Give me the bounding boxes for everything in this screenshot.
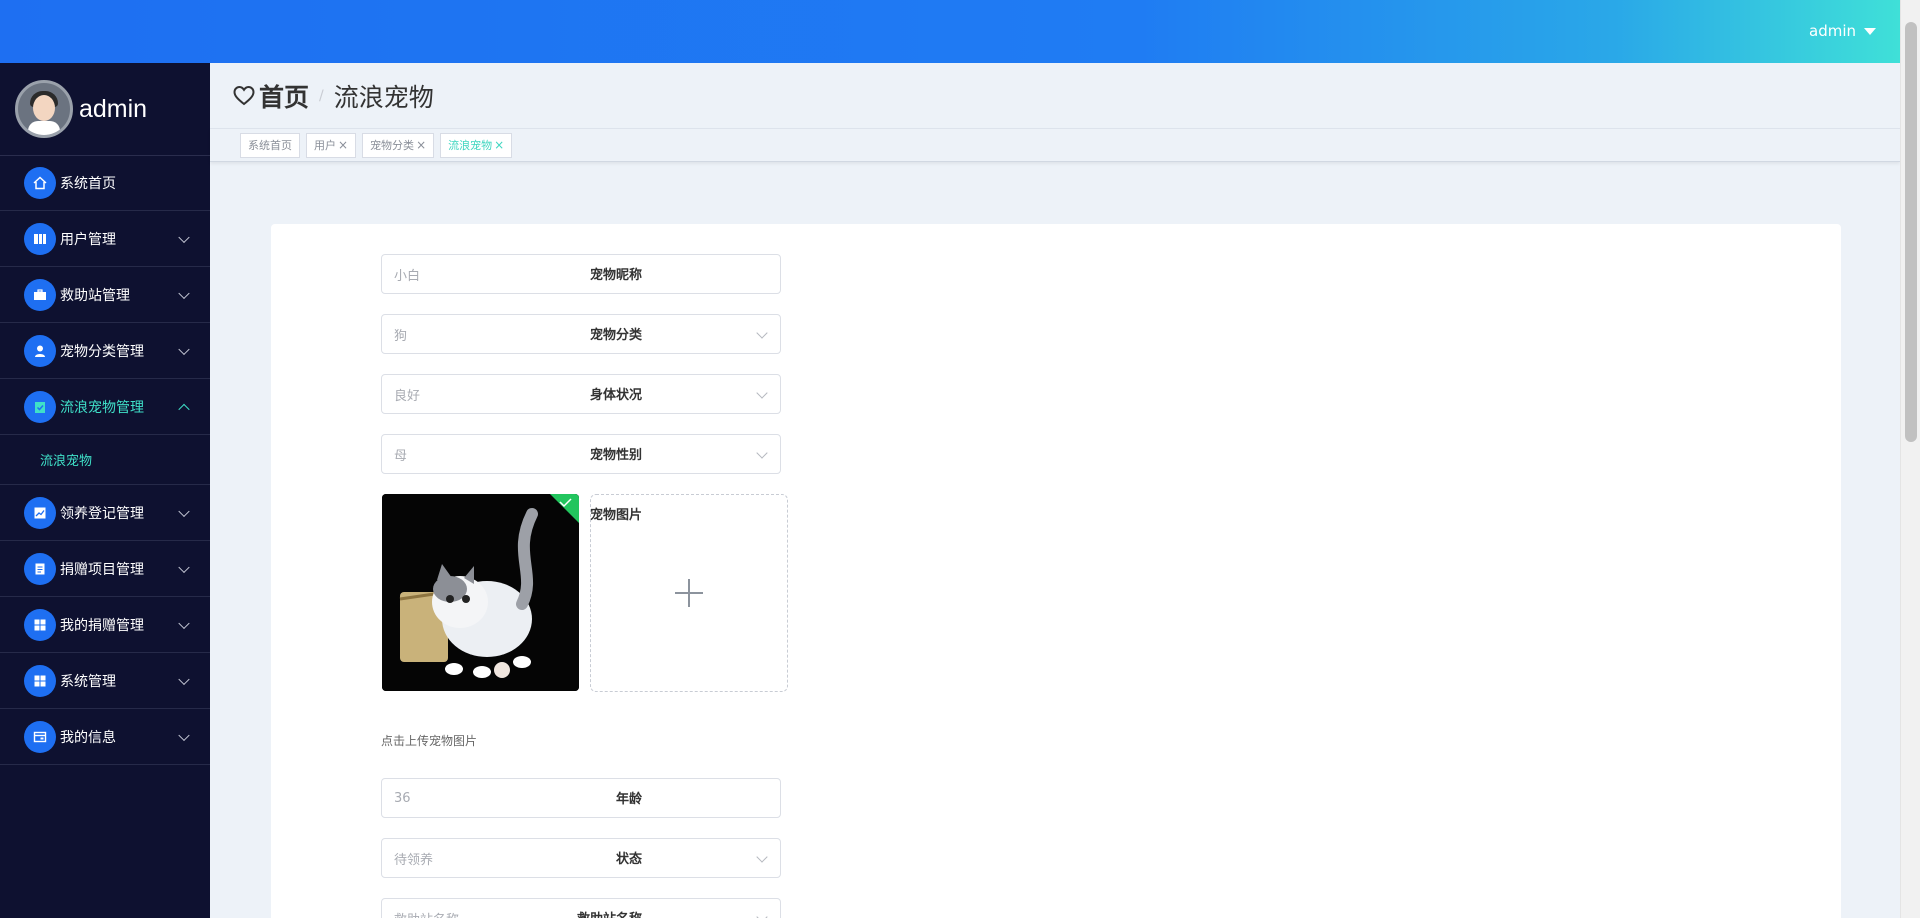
sidebar-item-label: 我的信息: [60, 729, 116, 746]
user-icon: [24, 334, 56, 367]
chevron-down-icon: [178, 617, 190, 629]
profile-name: admin: [79, 94, 148, 123]
sidebar-item-adoption[interactable]: 领养登记管理: [0, 485, 210, 541]
form-row-nickname: 宠物昵称 小白: [271, 254, 1841, 294]
breadcrumb-current: 流浪宠物: [333, 82, 434, 112]
sidebar-item-label: 宠物分类管理: [60, 343, 144, 360]
home-icon: [24, 167, 56, 199]
document-icon: [24, 552, 56, 585]
sidebar-item-label: 流浪宠物管理: [60, 399, 144, 416]
close-icon[interactable]: ×: [416, 138, 426, 152]
form-row-gender: 宠物性别 母: [271, 434, 1841, 474]
top-bar: admin: [0, 0, 1900, 63]
chart-icon: [24, 496, 56, 529]
form-row-status: 状态 待领养: [271, 838, 1841, 878]
close-icon[interactable]: ×: [494, 138, 504, 152]
breadcrumb-separator: /: [319, 87, 324, 104]
form-row-station: 救助站名称 救助站名称: [271, 898, 1841, 918]
chevron-down-icon: [178, 505, 190, 517]
sidebar-item-label: 系统首页: [60, 176, 116, 192]
chevron-down-icon: [178, 561, 190, 573]
cat-photo: [382, 494, 579, 691]
card-icon: [24, 720, 56, 753]
sidebar-item-system[interactable]: 系统管理: [0, 653, 210, 709]
breadcrumb-home[interactable]: 首页: [259, 78, 309, 114]
sidebar-item-donation-projects[interactable]: 捐赠项目管理: [0, 541, 210, 597]
pet-form-card: 宠物昵称 小白 宠物分类 狗 身体状况 良好 宠物性别 母 宠物图片 点击上传宠…: [271, 224, 1841, 918]
form-row-age: 年龄 36: [271, 778, 1841, 818]
sidebar-item-home[interactable]: 系统首页: [0, 156, 210, 211]
form-row-image: 宠物图片: [271, 494, 1841, 694]
chevron-down-icon: [178, 673, 190, 685]
chevron-down-icon: [178, 343, 190, 355]
page-scrollbar[interactable]: [1900, 0, 1920, 918]
plus-icon: [675, 579, 703, 607]
tag-pet-category[interactable]: 宠物分类 ×: [362, 132, 435, 158]
form-row-category: 宠物分类 狗: [271, 314, 1841, 354]
sidebar: admin 系统首页 用户管理 救助站管理 宠物分类管理 流浪宠物管理 流浪宠物…: [0, 63, 210, 918]
sidebar-item-label: 领养登记管理: [60, 505, 144, 522]
breadcrumb: 首页 / 流浪宠物: [210, 63, 1900, 128]
tag-label: 系统首页: [248, 139, 292, 152]
chevron-down-icon: [178, 231, 190, 243]
sidebar-item-pet-category[interactable]: 宠物分类管理: [0, 323, 210, 379]
category-select[interactable]: 狗: [381, 314, 781, 354]
upload-hint: 点击上传宠物图片: [381, 734, 478, 748]
tag-label: 宠物分类: [370, 139, 415, 152]
briefcase-icon: [24, 278, 56, 311]
tag-label: 用户: [314, 139, 336, 152]
tag-home[interactable]: 系统首页: [240, 132, 300, 158]
close-icon[interactable]: ×: [338, 138, 348, 152]
sidebar-item-label: 我的捐赠管理: [60, 617, 144, 634]
tag-users[interactable]: 用户 ×: [306, 132, 357, 158]
sidebar-item-label: 用户管理: [60, 231, 116, 248]
caret-down-icon: [1864, 27, 1876, 35]
book-icon: [24, 222, 56, 255]
form-row-health: 身体状况 良好: [271, 374, 1841, 414]
sidebar-item-label: 救助站管理: [60, 287, 130, 304]
chevron-up-icon: [178, 403, 190, 415]
chevron-down-icon: [178, 729, 190, 741]
status-select[interactable]: 待领养: [381, 838, 781, 878]
sidebar-item-label: 系统管理: [60, 673, 116, 690]
gender-select[interactable]: 母: [381, 434, 781, 474]
tag-stray-pets[interactable]: 流浪宠物 ×: [440, 132, 513, 158]
sidebar-item-label: 捐赠项目管理: [60, 561, 144, 578]
health-select[interactable]: 良好: [381, 374, 781, 414]
scrollbar-thumb[interactable]: [1905, 22, 1917, 442]
clipboard-check-icon: [24, 390, 56, 423]
sidebar-item-rescue-station[interactable]: 救助站管理: [0, 267, 210, 323]
nickname-input[interactable]: 小白: [381, 254, 781, 294]
tag-label: 流浪宠物: [448, 139, 493, 152]
sidebar-item-my-donations[interactable]: 我的捐赠管理: [0, 597, 210, 653]
grid-icon: [24, 664, 56, 697]
age-input[interactable]: 36: [381, 778, 781, 818]
submenu-item-stray-pets[interactable]: 流浪宠物: [0, 435, 210, 485]
topbar-username: admin: [1809, 22, 1856, 40]
chevron-down-icon: [178, 287, 190, 299]
sidebar-item-users[interactable]: 用户管理: [0, 211, 210, 267]
sidebar-item-my-info[interactable]: 我的信息: [0, 709, 210, 765]
sidebar-profile: admin: [0, 63, 210, 156]
user-dropdown[interactable]: admin: [1809, 22, 1876, 40]
station-select[interactable]: 救助站名称: [381, 898, 781, 918]
heart-icon: [233, 85, 255, 105]
avatar: [15, 80, 73, 138]
pet-image-thumbnail[interactable]: [382, 494, 579, 691]
tags-view: 系统首页 用户 × 宠物分类 × 流浪宠物 ×: [210, 128, 1900, 162]
upload-image-button[interactable]: [590, 494, 788, 692]
sidebar-item-stray-pets[interactable]: 流浪宠物管理: [0, 379, 210, 435]
grid-icon: [24, 608, 56, 641]
